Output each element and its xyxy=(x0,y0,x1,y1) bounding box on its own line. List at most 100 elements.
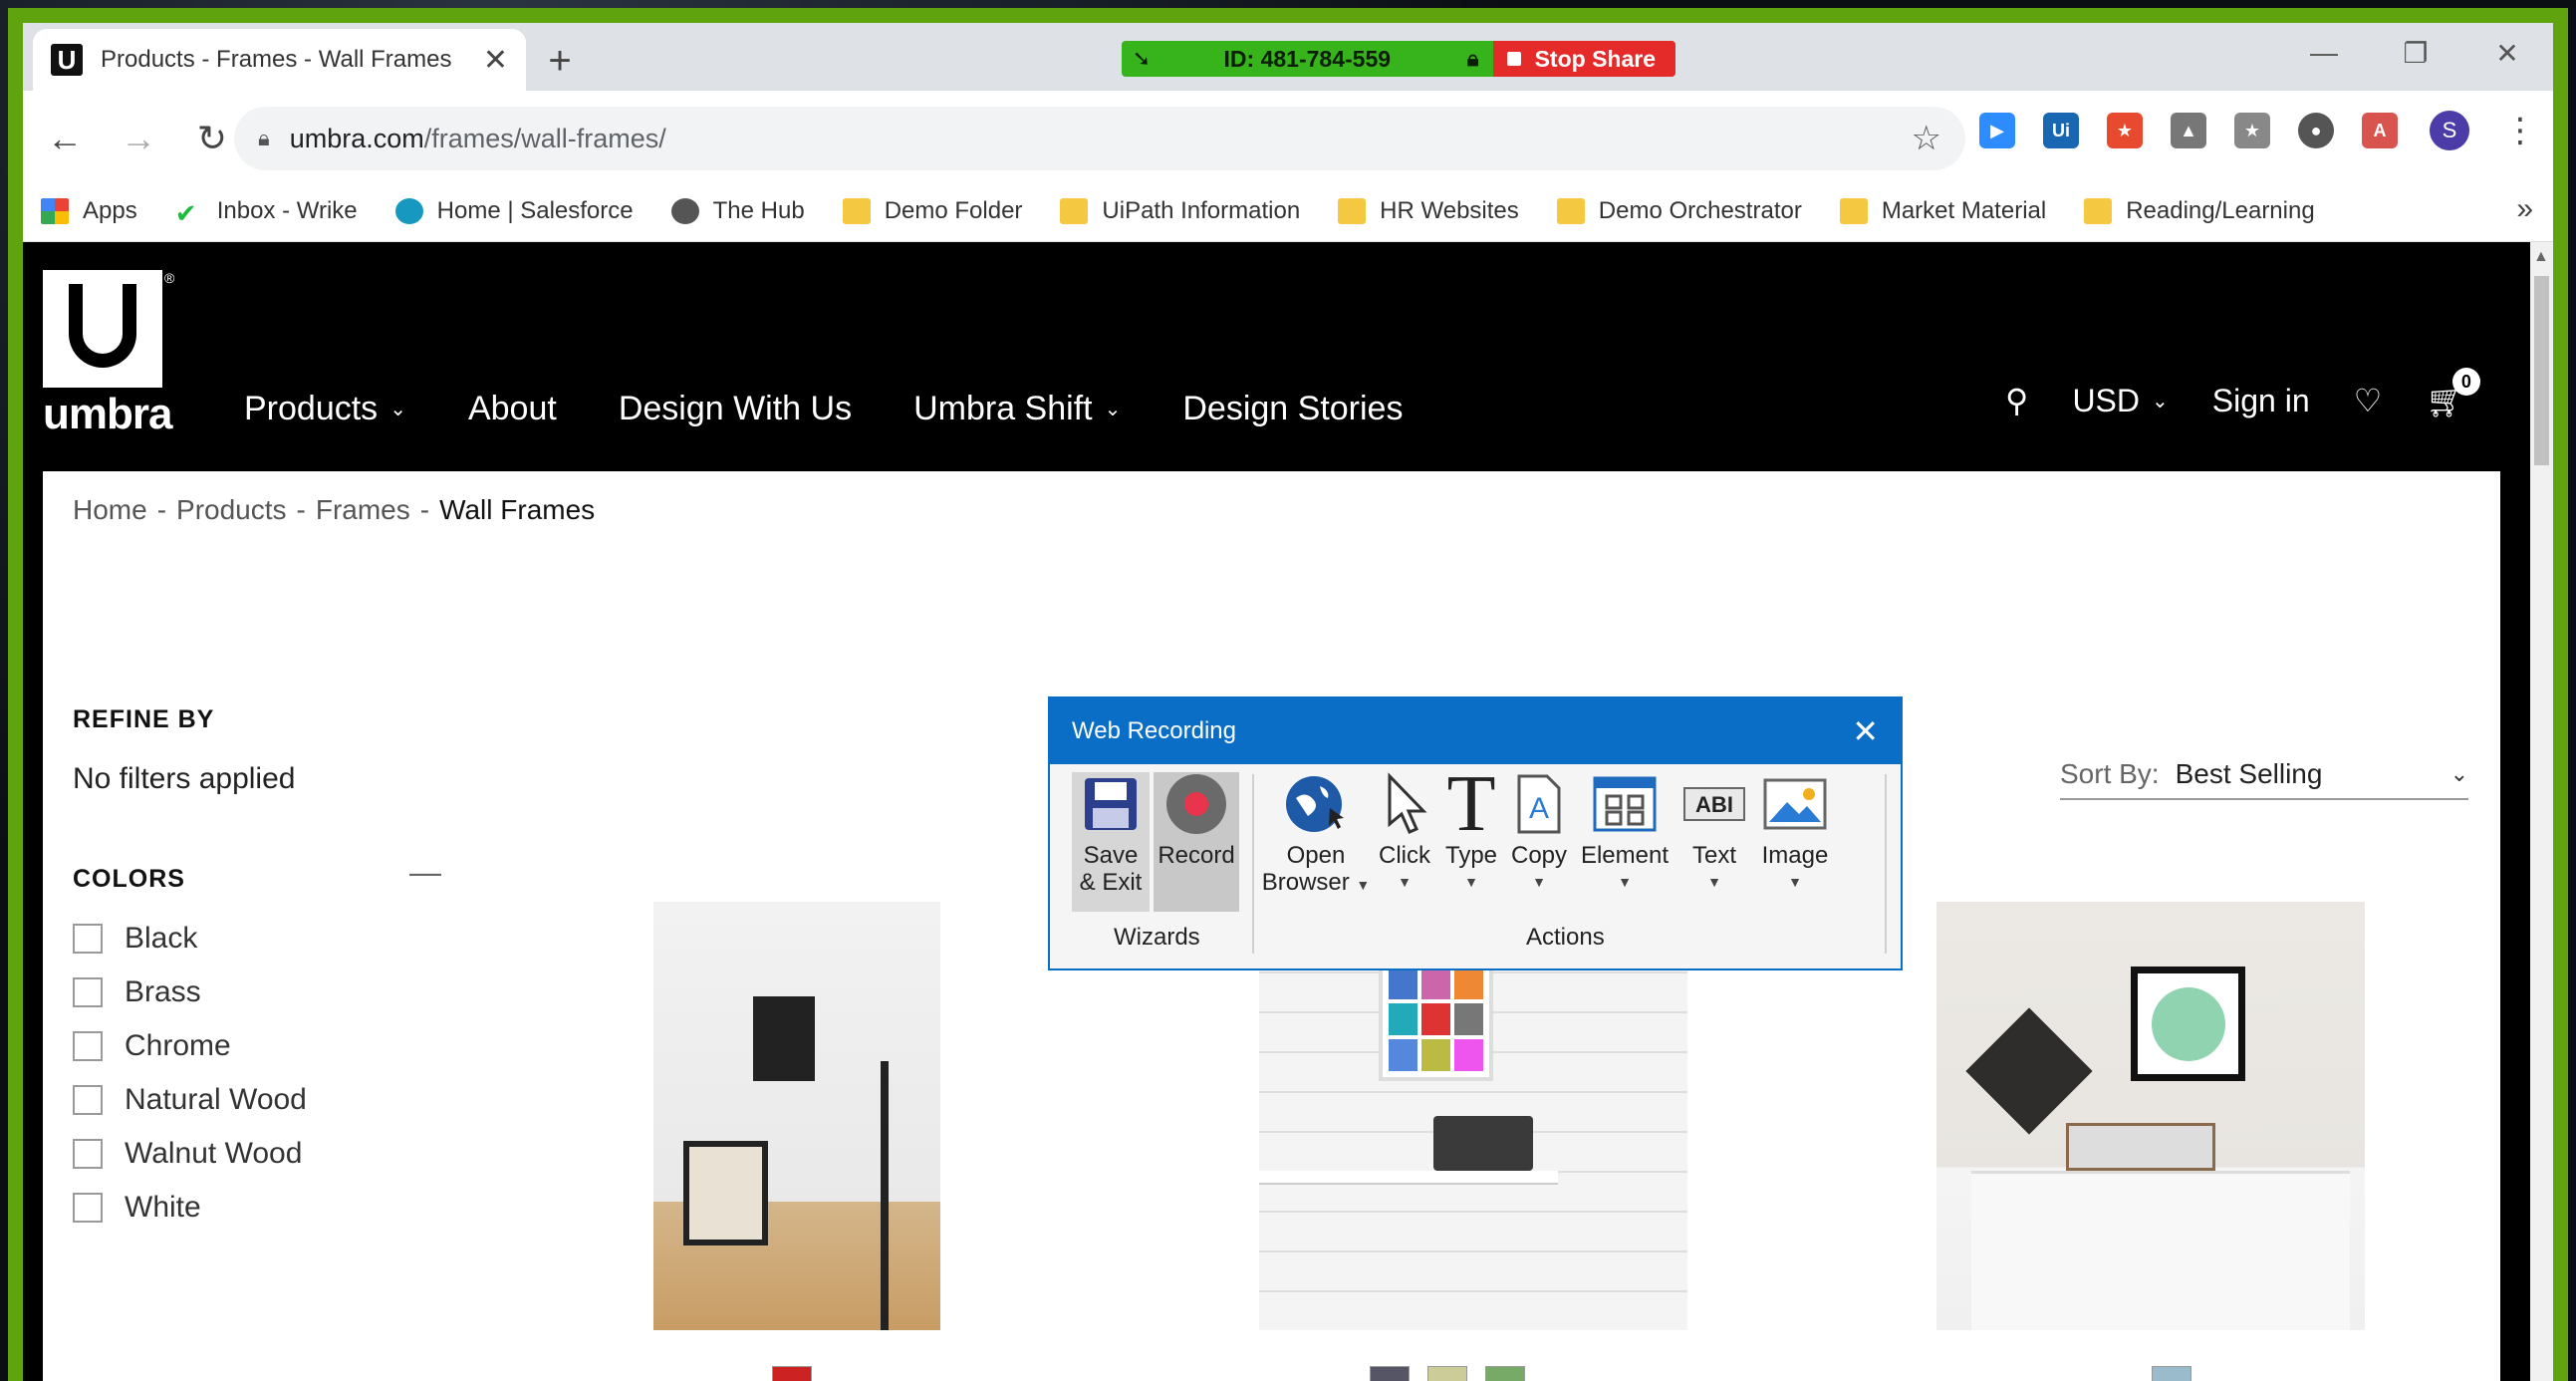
color-filter-black[interactable]: Black xyxy=(73,912,307,966)
image-button[interactable]: Image ▼ xyxy=(1753,772,1837,896)
open-browser-button[interactable]: Open Browser ▼ xyxy=(1261,772,1371,899)
search-icon[interactable]: ⚲ xyxy=(2005,382,2028,419)
sort-by-select[interactable]: Sort By: Best Selling ⌄ xyxy=(2060,750,2468,800)
lock-icon[interactable]: 🔒︎ xyxy=(258,126,270,151)
bookmark-market-material[interactable]: Market Material xyxy=(1839,197,2046,225)
sort-value: Best Selling xyxy=(2175,758,2323,789)
browser-menu-icon[interactable]: ⋮ xyxy=(2503,111,2537,150)
dropdown-arrow-icon[interactable]: ▼ xyxy=(1788,869,1802,896)
sign-in-link[interactable]: Sign in xyxy=(2212,383,2310,419)
umbra-logo[interactable]: umbra xyxy=(43,270,172,438)
bookmark-uipath-information[interactable]: UiPath Information xyxy=(1060,197,1300,225)
logo-text: umbra xyxy=(43,390,172,438)
collapse-minus-icon[interactable]: — xyxy=(409,854,441,891)
nav-about[interactable]: About xyxy=(468,390,557,428)
bookmark-apps[interactable]: Apps xyxy=(41,197,137,225)
new-tab-button[interactable]: + xyxy=(536,37,584,85)
bookmark-demo-orchestrator[interactable]: Demo Orchestrator xyxy=(1556,197,1802,225)
swatch[interactable] xyxy=(1427,1366,1467,1381)
zoom-extension-icon[interactable]: ▶ xyxy=(1979,113,2015,148)
pdf-extension-icon[interactable]: A xyxy=(2362,113,2398,148)
page-scrollbar[interactable]: ▲ xyxy=(2530,242,2553,1381)
breadcrumb-frames[interactable]: Frames xyxy=(316,494,410,526)
scroll-thumb[interactable] xyxy=(2534,276,2549,465)
bookmark-extension-icon[interactable]: ★ xyxy=(2234,113,2270,148)
text-button[interactable]: ABI Text ▼ xyxy=(1677,772,1751,896)
button-label: & Exit xyxy=(1079,869,1143,896)
wrike-extension-icon[interactable]: ★ xyxy=(2107,113,2143,148)
product-image-1[interactable] xyxy=(653,902,940,1330)
group-separator xyxy=(1885,774,1887,954)
checkbox[interactable] xyxy=(73,1193,103,1223)
bookmark-wrike[interactable]: ✔ Inbox - Wrike xyxy=(175,196,358,228)
color-filter-white[interactable]: White xyxy=(73,1181,307,1235)
element-button[interactable]: Element ▼ xyxy=(1574,772,1675,896)
color-filter-natural-wood[interactable]: Natural Wood xyxy=(73,1073,307,1127)
window-close-icon[interactable]: ✕ xyxy=(2461,23,2553,83)
record-button[interactable]: Record xyxy=(1154,772,1239,912)
share-arrow-icon[interactable]: ➘ xyxy=(1122,46,1161,72)
bookmark-reading-learning[interactable]: Reading/Learning xyxy=(2084,197,2315,225)
checkbox[interactable] xyxy=(73,924,103,954)
bookmark-label: Inbox - Wrike xyxy=(216,196,358,224)
url-text[interactable]: umbra.com/frames/wall-frames/ xyxy=(290,124,1912,154)
dropdown-arrow-icon[interactable]: ▼ xyxy=(1464,869,1478,896)
bookmark-demo-folder[interactable]: Demo Folder xyxy=(842,197,1022,225)
circle-extension-icon[interactable]: ● xyxy=(2298,113,2334,148)
type-button[interactable]: T Type ▼ xyxy=(1438,764,1504,896)
dropdown-arrow-icon[interactable]: ▼ xyxy=(1707,869,1721,896)
stop-share-button[interactable]: Stop Share xyxy=(1492,41,1675,77)
dialog-close-icon[interactable]: ✕ xyxy=(1852,712,1879,750)
breadcrumb-products[interactable]: Products xyxy=(176,494,287,526)
color-filter-brass[interactable]: Brass xyxy=(73,966,307,1019)
forward-arrow-icon[interactable]: → xyxy=(107,107,170,170)
dropdown-arrow-icon[interactable]: ▼ xyxy=(1532,869,1546,896)
cart-icon[interactable]: 🛒︎ 0 xyxy=(2426,368,2480,419)
save-exit-button[interactable]: Save & Exit xyxy=(1072,772,1150,912)
color-filter-walnut-wood[interactable]: Walnut Wood xyxy=(73,1127,307,1181)
bookmark-hr-websites[interactable]: HR Websites xyxy=(1338,197,1519,225)
swatch[interactable] xyxy=(1485,1366,1525,1381)
copy-button[interactable]: A Copy ▼ xyxy=(1504,772,1574,896)
checkbox[interactable] xyxy=(73,1085,103,1115)
swatch[interactable] xyxy=(772,1366,812,1381)
address-bar[interactable]: 🔒︎ umbra.com/frames/wall-frames/ ☆ xyxy=(234,107,1965,170)
nav-label: About xyxy=(467,390,557,427)
product-image-3[interactable] xyxy=(1936,902,2365,1330)
scroll-up-arrow-icon[interactable]: ▲ xyxy=(2533,248,2549,266)
nav-umbra-shift[interactable]: Umbra Shift ⌄ xyxy=(913,390,1121,428)
currency-selector[interactable]: USD ⌄ xyxy=(2072,383,2168,419)
nav-design-with-us[interactable]: Design With Us xyxy=(619,390,852,428)
color-filter-chrome[interactable]: Chrome xyxy=(73,1019,307,1073)
bookmark-the-hub[interactable]: The Hub xyxy=(670,197,805,225)
dropdown-arrow-icon[interactable]: ▼ xyxy=(1398,869,1412,896)
colors-filter-title[interactable]: COLORS xyxy=(73,865,185,894)
tab-close-icon[interactable]: ✕ xyxy=(483,43,508,78)
nav-products[interactable]: Products ⌄ xyxy=(244,390,406,428)
drive-extension-icon[interactable]: ▲ xyxy=(2171,113,2206,148)
swatch[interactable] xyxy=(1370,1366,1410,1381)
restore-icon[interactable]: ❐ xyxy=(2370,23,2461,83)
checkbox[interactable] xyxy=(73,1139,103,1169)
bookmarks-overflow-icon[interactable]: » xyxy=(2516,192,2533,226)
wishlist-heart-icon[interactable]: ♡ xyxy=(2354,382,2383,419)
breadcrumb-home[interactable]: Home xyxy=(73,494,147,526)
bookmark-star-icon[interactable]: ☆ xyxy=(1912,119,1941,158)
product-ladder-shape xyxy=(881,1061,889,1330)
image-landscape-icon xyxy=(1763,772,1827,836)
uipath-extension-icon[interactable]: Ui xyxy=(2043,113,2079,148)
click-button[interactable]: Click ▼ xyxy=(1371,772,1438,896)
back-arrow-icon[interactable]: ← xyxy=(33,107,97,170)
browser-tab[interactable]: U Products - Frames - Wall Frames ✕ xyxy=(33,29,526,91)
web-page: umbra ® Products ⌄ About Design With Us U… xyxy=(23,242,2553,1381)
dropdown-arrow-icon[interactable]: ▼ xyxy=(1618,869,1632,896)
nav-design-stories[interactable]: Design Stories xyxy=(1182,390,1403,428)
profile-avatar[interactable]: S xyxy=(2430,111,2469,150)
checkbox[interactable] xyxy=(73,977,103,1007)
minimize-icon[interactable]: — xyxy=(2278,23,2370,83)
product-cabinet-shape xyxy=(1971,1171,2350,1330)
bookmark-salesforce[interactable]: Home | Salesforce xyxy=(394,197,634,225)
swatch[interactable] xyxy=(2152,1366,2191,1381)
checkbox[interactable] xyxy=(73,1031,103,1061)
breadcrumb: Home - Products - Frames - Wall Frames xyxy=(73,494,595,526)
